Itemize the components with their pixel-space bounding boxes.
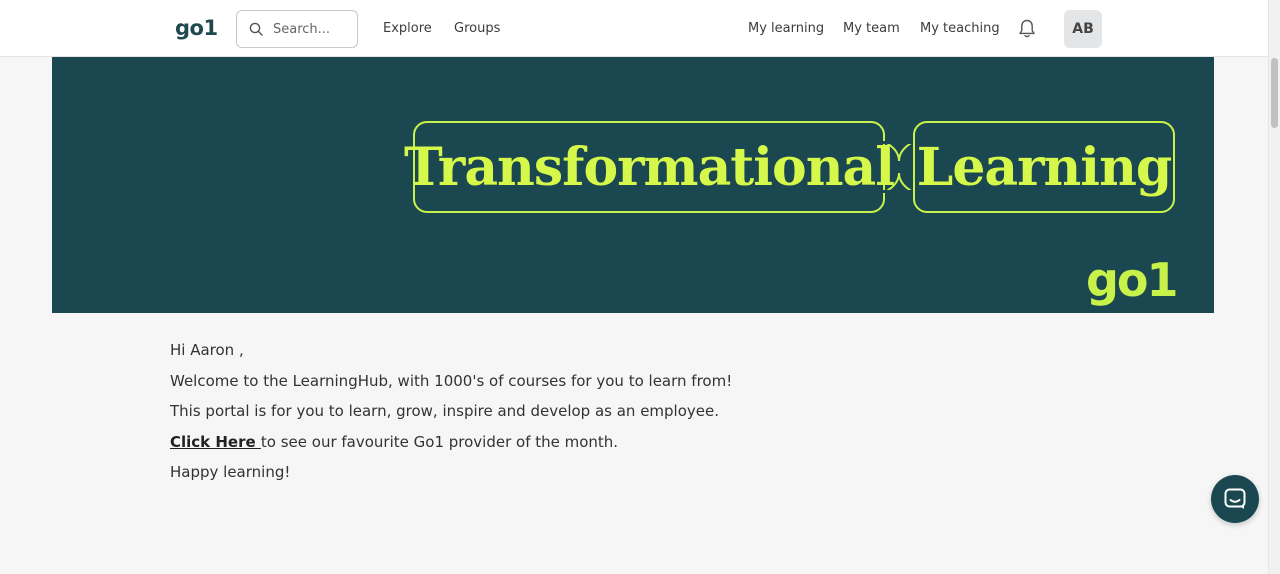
sign-off: Happy learning! bbox=[170, 463, 291, 481]
go1-logo[interactable]: go1 bbox=[175, 16, 218, 40]
banner-pill-learning: Learning bbox=[913, 121, 1175, 213]
user-avatar[interactable]: AB bbox=[1064, 10, 1102, 48]
banner-pill-transformational: Transformational bbox=[404, 121, 895, 213]
portal-description: This portal is for you to learn, grow, i… bbox=[170, 402, 720, 420]
hero-banner: Transformational Learning go1 bbox=[52, 57, 1214, 313]
page-scrollbar[interactable] bbox=[1268, 0, 1280, 574]
banner-go1-logo: go1 bbox=[1086, 253, 1179, 307]
provider-line-text: to see our favourite Go1 provider of the… bbox=[260, 432, 619, 451]
pill-connector-shape bbox=[881, 141, 917, 193]
bell-icon[interactable] bbox=[1017, 18, 1037, 40]
greeting: Hi Aaron , bbox=[170, 341, 244, 359]
click-here-link[interactable]: Click Here bbox=[170, 433, 261, 451]
welcome-line: Welcome to the LearningHub, with 1000's … bbox=[170, 371, 733, 390]
nav-explore[interactable]: Explore bbox=[383, 21, 432, 36]
nav-my-teaching[interactable]: My teaching bbox=[920, 21, 1000, 36]
chat-icon bbox=[1224, 488, 1246, 509]
nav-my-learning[interactable]: My learning bbox=[748, 21, 824, 36]
provider-line: Click Here to see our favourite Go1 prov… bbox=[170, 432, 732, 452]
chat-launcher-button[interactable] bbox=[1211, 475, 1259, 523]
nav-my-team[interactable]: My team bbox=[843, 21, 900, 36]
scrollbar-thumb[interactable] bbox=[1271, 58, 1278, 128]
top-navigation-bar: go1 Explore Groups My learning My team M… bbox=[0, 0, 1268, 57]
search-box[interactable] bbox=[236, 10, 358, 48]
welcome-message: Hi Aaron , Welcome to the LearningHub, w… bbox=[170, 340, 732, 493]
search-input[interactable] bbox=[273, 21, 353, 37]
nav-groups[interactable]: Groups bbox=[454, 21, 500, 36]
search-icon bbox=[249, 22, 263, 36]
